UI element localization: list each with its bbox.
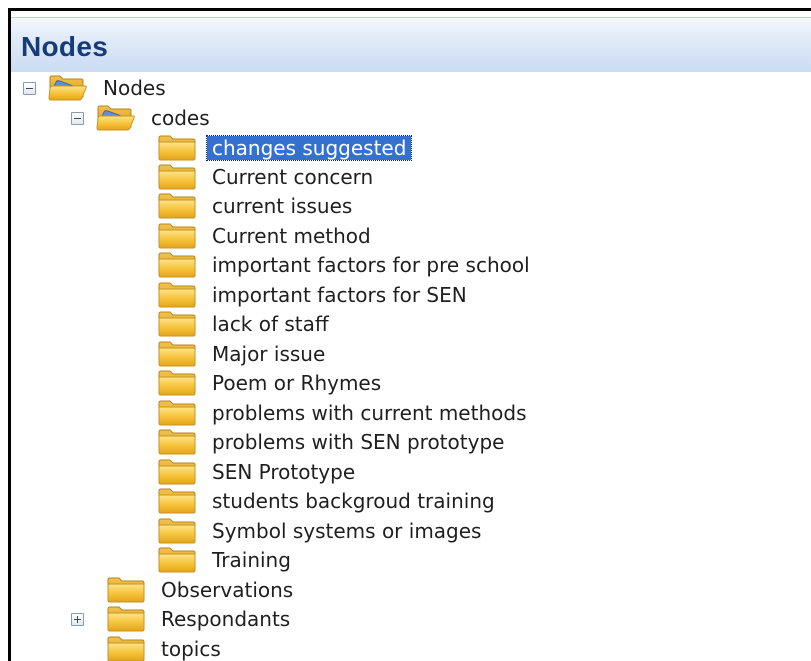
tree-item-label[interactable]: Respondants — [161, 607, 290, 631]
tree-item-label[interactable]: SEN Prototype — [212, 460, 355, 484]
folder-icon — [157, 400, 197, 426]
tree-item-poem-or-rhymes[interactable]: Poem or Rhymes — [11, 368, 711, 398]
tree-item-codes[interactable]: codes — [11, 103, 311, 133]
tree-item-current-concern[interactable]: Current concern — [11, 162, 711, 192]
tree-item-nodes-root[interactable]: Nodes — [11, 73, 311, 103]
folder-icon — [157, 459, 197, 485]
tree-item-label[interactable]: problems with current methods — [212, 401, 526, 425]
tree-item-label[interactable]: students backgroud training — [212, 489, 495, 513]
panel-title: Nodes — [21, 31, 109, 62]
tree-item-label[interactable]: Major issue — [212, 342, 325, 366]
tree-item-label[interactable]: Nodes — [103, 76, 166, 100]
tree-item-current-issues[interactable]: current issues — [11, 191, 711, 221]
tree-item-sen-prototype[interactable]: SEN Prototype — [11, 457, 711, 487]
tree-item-label[interactable]: Observations — [161, 578, 293, 602]
tree-item-important-factors-pre-school[interactable]: important factors for pre school — [11, 250, 711, 280]
folder-icon — [157, 311, 197, 337]
tree-item-label[interactable]: Training — [212, 548, 291, 572]
tree-item-problems-sen-prototype[interactable]: problems with SEN prototype — [11, 427, 711, 457]
folder-icon — [157, 341, 197, 367]
folder-icon — [157, 429, 197, 455]
folder-icon — [157, 252, 197, 278]
folder-icon — [106, 606, 146, 632]
tree-item-label[interactable]: Symbol systems or images — [212, 519, 481, 543]
tree-item-label[interactable]: codes — [151, 106, 210, 130]
tree-item-problems-current-methods[interactable]: problems with current methods — [11, 398, 711, 428]
collapse-toggle-icon[interactable] — [71, 112, 84, 125]
folder-icon — [157, 547, 197, 573]
tree-item-label[interactable]: Poem or Rhymes — [212, 371, 381, 395]
tree-item-current-method[interactable]: Current method — [11, 221, 711, 251]
folder-icon — [157, 488, 197, 514]
tree-item-symbol-systems[interactable]: Symbol systems or images — [11, 516, 711, 546]
folder-icon — [157, 193, 197, 219]
panel-header: Nodes — [11, 17, 811, 72]
tree-item-label[interactable]: changes suggested — [205, 135, 413, 161]
open-folder-icon — [47, 75, 87, 101]
tree-item-observations[interactable]: Observations — [11, 575, 511, 605]
tree-item-label[interactable]: lack of staff — [212, 312, 329, 336]
node-tree[interactable]: Nodes codes changes suggested Current co… — [11, 71, 811, 661]
folder-icon — [157, 135, 197, 161]
tree-item-label[interactable]: topics — [161, 637, 221, 661]
expand-toggle-icon[interactable] — [71, 613, 84, 626]
tree-item-major-issue[interactable]: Major issue — [11, 339, 711, 369]
nodes-panel: Nodes Nodes codes changes suggested Curr… — [8, 8, 811, 661]
open-folder-icon — [95, 105, 135, 131]
folder-icon — [106, 577, 146, 603]
tree-item-important-factors-sen[interactable]: important factors for SEN — [11, 280, 711, 310]
tree-item-respondants[interactable]: Respondants — [11, 604, 511, 634]
tree-item-students-backgroud-training[interactable]: students backgroud training — [11, 486, 711, 516]
folder-icon — [157, 518, 197, 544]
tree-item-label[interactable]: important factors for pre school — [212, 253, 530, 277]
tree-item-label[interactable]: Current method — [212, 224, 371, 248]
folder-icon — [157, 164, 197, 190]
folder-icon — [106, 636, 146, 661]
tree-item-label[interactable]: important factors for SEN — [212, 283, 467, 307]
tree-item-topics[interactable]: topics — [11, 634, 511, 661]
tree-item-label[interactable]: problems with SEN prototype — [212, 430, 504, 454]
folder-icon — [157, 223, 197, 249]
folder-icon — [157, 282, 197, 308]
tree-item-lack-of-staff[interactable]: lack of staff — [11, 309, 711, 339]
tree-item-label[interactable]: Current concern — [212, 165, 373, 189]
tree-item-changes-suggested[interactable]: changes suggested — [11, 133, 711, 163]
tree-item-training[interactable]: Training — [11, 545, 711, 575]
tree-item-label[interactable]: current issues — [212, 194, 352, 218]
collapse-toggle-icon[interactable] — [23, 82, 36, 95]
folder-icon — [157, 370, 197, 396]
